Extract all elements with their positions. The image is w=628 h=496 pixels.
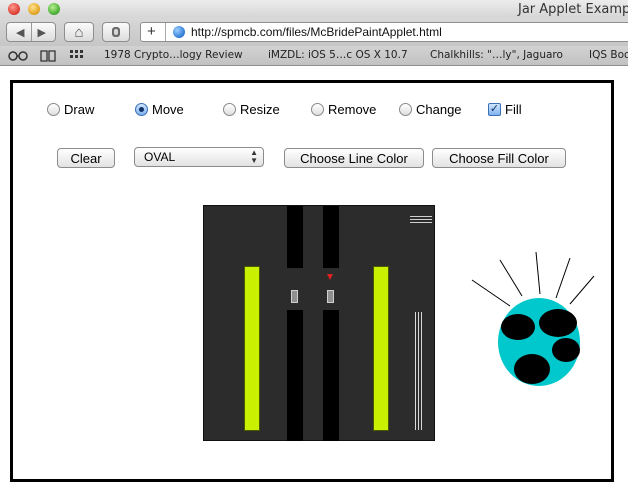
- reading-list-icon[interactable]: [8, 51, 28, 61]
- channel-strip-top-right: [323, 206, 339, 268]
- mode-move-label: Move: [152, 101, 184, 117]
- fill-checkbox[interactable]: ✓: [488, 102, 501, 116]
- ray-line: [471, 279, 511, 307]
- mode-move-option[interactable]: Move: [135, 101, 184, 117]
- ray-line: [535, 251, 541, 295]
- channel-strip-top-left: [287, 206, 303, 268]
- mode-draw-label: Draw: [64, 101, 95, 117]
- window-title: Jar Applet Examp: [518, 2, 628, 17]
- clear-button[interactable]: Clear: [57, 148, 115, 168]
- oval-spot: [552, 338, 580, 362]
- back-icon[interactable]: ◀: [16, 26, 24, 39]
- mode-remove-label: Remove: [328, 101, 377, 117]
- oval-spot: [514, 354, 550, 384]
- oval-spot: [539, 309, 577, 337]
- minimize-window-icon[interactable]: [28, 3, 40, 15]
- ray-line: [569, 275, 595, 305]
- scroll-lines-icon: [415, 312, 423, 430]
- choose-line-color-button[interactable]: Choose Line Color: [284, 148, 424, 168]
- fader-handle-right[interactable]: [327, 290, 334, 303]
- url-text[interactable]: http://spmcb.com/files/McBridePaintApple…: [191, 25, 442, 39]
- mode-remove-radio[interactable]: [311, 102, 324, 116]
- home-button[interactable]: ⌂: [64, 22, 94, 42]
- fill-option[interactable]: ✓ Fill: [488, 101, 522, 117]
- privacy-button[interactable]: [102, 22, 130, 42]
- mode-resize-radio[interactable]: [223, 102, 236, 116]
- drawn-oval-shape[interactable]: [470, 250, 600, 390]
- menu-lines-icon[interactable]: [410, 216, 432, 228]
- button-divider: [30, 23, 32, 41]
- home-icon: ⌂: [74, 23, 84, 41]
- bookmark-item[interactable]: iMZDL: iOS 5…c OS X 10.7: [268, 49, 408, 61]
- zoom-window-icon[interactable]: [48, 3, 60, 15]
- add-bookmark-icon[interactable]: +: [147, 23, 156, 41]
- level-meter-right: [373, 266, 389, 431]
- browser-toolbar: ◀ ▶ ⌂ + http://spmcb.com/files/McBridePa…: [0, 18, 628, 46]
- channel-strip-bottom-left: [287, 310, 303, 441]
- close-window-icon[interactable]: [8, 3, 20, 15]
- bookmarks-bar: 1978 Crypto…logy Review iMZDL: iOS 5…c O…: [0, 46, 628, 66]
- mode-change-radio[interactable]: [399, 102, 412, 116]
- address-divider: [165, 23, 166, 41]
- select-arrows-icon: ▲ ▼: [250, 148, 258, 165]
- back-forward-buttons[interactable]: ◀ ▶: [6, 22, 56, 42]
- shape-select[interactable]: OVAL ▲ ▼: [134, 147, 264, 167]
- shape-select-value: OVAL: [144, 150, 176, 164]
- top-sites-grid-icon[interactable]: [70, 50, 86, 62]
- playhead-marker-icon: [327, 274, 333, 280]
- mode-remove-option[interactable]: Remove: [311, 101, 376, 117]
- window-titlebar: Jar Applet Examp: [0, 0, 628, 18]
- oval-spot: [501, 314, 535, 340]
- bookmark-item[interactable]: IQS Boo: [589, 49, 628, 61]
- level-meter-left: [244, 266, 260, 431]
- fill-label: Fill: [505, 101, 522, 117]
- choose-fill-color-button[interactable]: Choose Fill Color: [432, 148, 566, 168]
- mode-change-option[interactable]: Change: [399, 101, 462, 117]
- hand-icon: [112, 27, 120, 37]
- mode-draw-radio[interactable]: [47, 102, 60, 116]
- mode-draw-option[interactable]: Draw: [47, 101, 94, 117]
- address-bar[interactable]: + http://spmcb.com/files/McBridePaintApp…: [140, 22, 628, 42]
- mode-resize-label: Resize: [240, 101, 280, 117]
- mode-resize-option[interactable]: Resize: [223, 101, 280, 117]
- mode-change-label: Change: [416, 101, 462, 117]
- ray-line: [499, 259, 523, 297]
- channel-strip-bottom-right: [323, 310, 339, 441]
- bookmark-item[interactable]: 1978 Crypto…logy Review: [104, 49, 243, 61]
- mode-move-radio[interactable]: [135, 102, 148, 116]
- audio-mixer-panel: [203, 205, 435, 441]
- bookmarks-book-icon[interactable]: [40, 50, 56, 62]
- fader-handle-left[interactable]: [291, 290, 298, 303]
- bookmark-item[interactable]: Chalkhills: "…ly", Jaguaro: [430, 49, 563, 61]
- ray-line: [555, 257, 571, 299]
- globe-icon: [173, 26, 185, 38]
- forward-icon[interactable]: ▶: [38, 26, 46, 39]
